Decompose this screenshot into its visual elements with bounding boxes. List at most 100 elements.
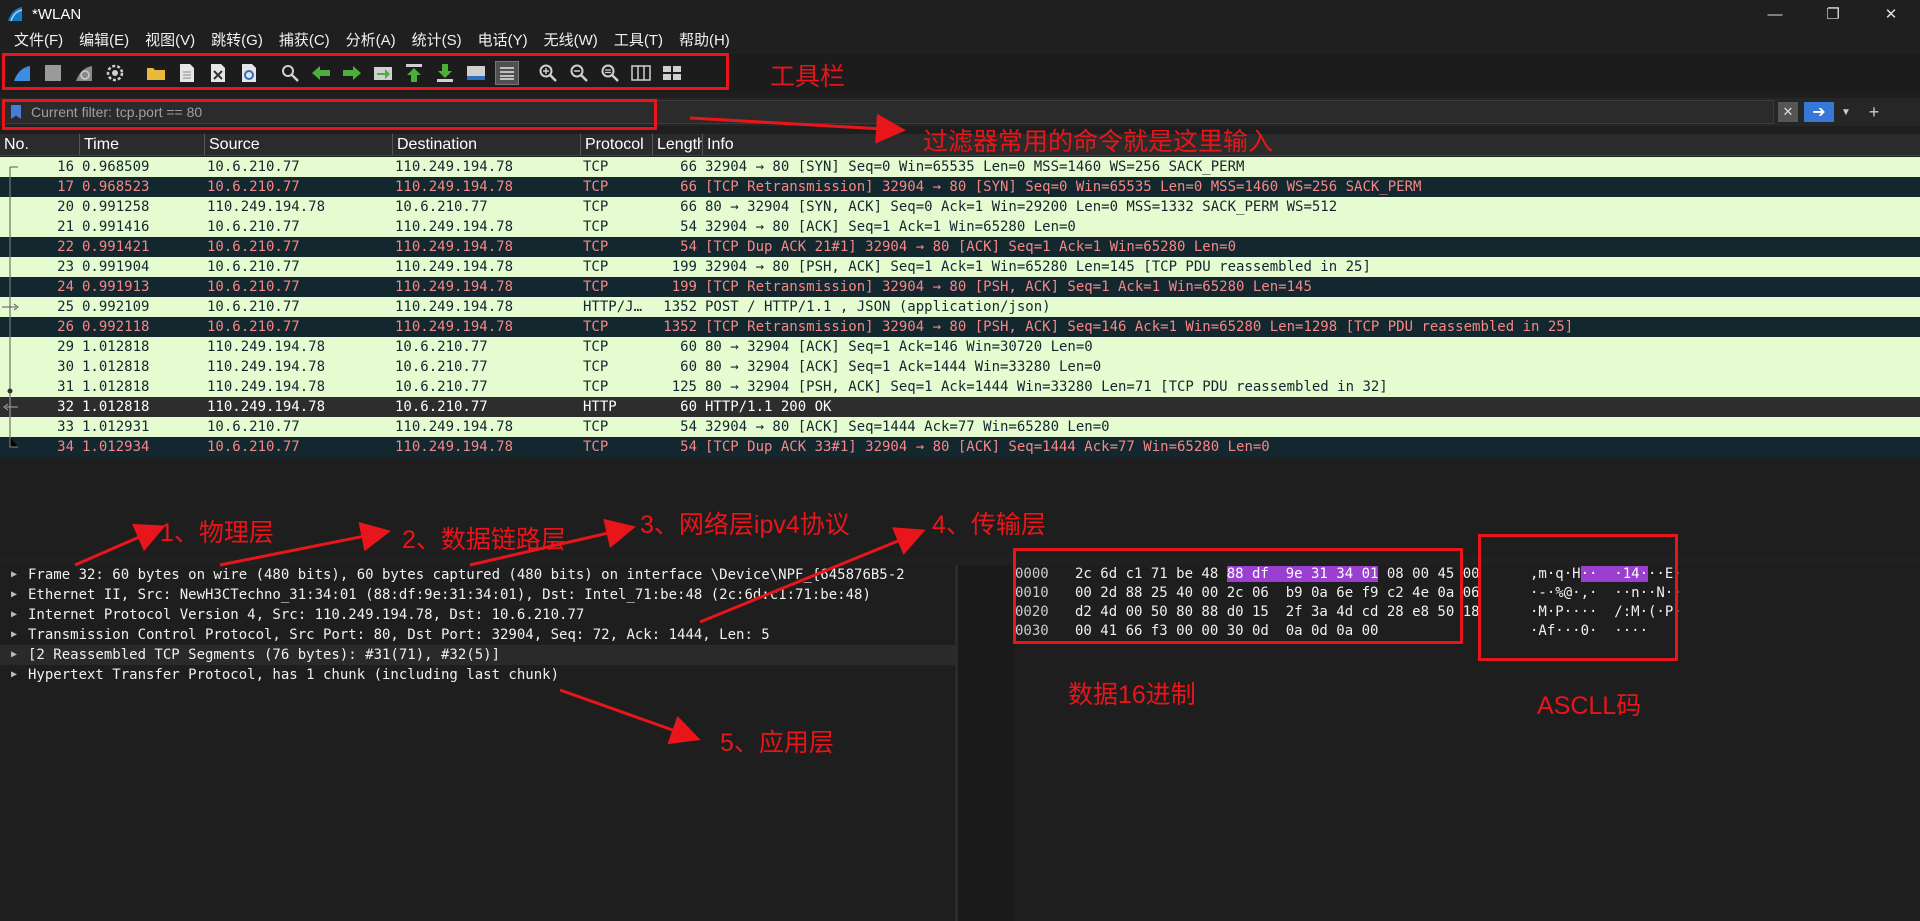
detail-tree-item[interactable]: ▶ Internet Protocol Version 4, Src: 110.2…	[0, 605, 955, 625]
column-protocol[interactable]: Protocol	[581, 134, 653, 155]
menu-analyze[interactable]: 分析(A)	[338, 28, 404, 54]
clear-filter-icon[interactable]: ✕	[1778, 102, 1798, 122]
layer4-annotation: 4、传输层	[932, 511, 1046, 539]
expand-arrow-icon[interactable]: ▶	[0, 565, 28, 585]
maximize-button[interactable]: ❐	[1804, 0, 1862, 28]
menu-tools[interactable]: 工具(T)	[606, 28, 671, 54]
toolbar-annotation: 工具栏	[770, 63, 846, 91]
packet-length: 54	[680, 239, 697, 255]
packet-row[interactable]: 21 0.991416 10.6.210.77 110.249.194.78 TCP 54…	[0, 217, 1920, 237]
packet-length: 66	[680, 159, 697, 175]
packet-row[interactable]: 22 0.991421 10.6.210.77 110.249.194.78 TCP 54…	[0, 237, 1920, 257]
column-length[interactable]: Length	[653, 134, 703, 155]
packet-destination: 110.249.194.78	[395, 319, 514, 335]
conversation-marker-icon	[0, 417, 20, 437]
detail-tree-item[interactable]: ▶ Hypertext Transfer Protocol, has 1 chun…	[0, 665, 955, 685]
packet-destination: 110.249.194.78	[395, 239, 514, 255]
close-button[interactable]: ✕	[1862, 0, 1920, 28]
expand-arrow-icon[interactable]: ▶	[0, 605, 28, 625]
packet-protocol: TCP	[583, 219, 609, 235]
packet-row[interactable]: 17 0.968523 10.6.210.77 110.249.194.78 TCP 66…	[0, 177, 1920, 197]
packet-row[interactable]: 24 0.991913 10.6.210.77 110.249.194.78 TCP 19…	[0, 277, 1920, 297]
column-no[interactable]: No.	[0, 134, 80, 155]
vertical-splitter[interactable]	[955, 565, 1015, 921]
layer1-annotation: 1、物理层	[160, 519, 274, 547]
packet-info: 80 → 32904 [ACK] Seq=1 Ack=1444 Win=3328…	[705, 359, 1102, 375]
ascii-annotation: ASCLL码	[1537, 692, 1642, 720]
menu-help[interactable]: 帮助(H)	[671, 28, 738, 54]
packet-length: 199	[671, 259, 697, 275]
packet-row[interactable]: 33 1.012931 10.6.210.77 110.249.194.78 TCP 54…	[0, 417, 1920, 437]
packet-row[interactable]: 25 0.992109 10.6.210.77 110.249.194.78 HTTP/…	[0, 297, 1920, 317]
packet-destination: 110.249.194.78	[395, 279, 514, 295]
packet-row[interactable]: 31 1.012818 110.249.194.78 10.6.210.77 TCP 12…	[0, 377, 1920, 397]
packet-row[interactable]: 30 1.012818 110.249.194.78 10.6.210.77 TCP 60…	[0, 357, 1920, 377]
detail-tree-item[interactable]: ▶ Ethernet II, Src: NewH3CTechno_31:34:01…	[0, 585, 955, 605]
menu-statistics[interactable]: 统计(S)	[404, 28, 470, 54]
expand-arrow-icon[interactable]: ▶	[0, 585, 28, 605]
menu-file[interactable]: 文件(F)	[6, 28, 71, 54]
minimize-button[interactable]: —	[1746, 0, 1804, 28]
column-time[interactable]: Time	[80, 134, 205, 155]
menu-go[interactable]: 跳转(G)	[203, 28, 271, 54]
packet-info: [TCP Dup ACK 33#1] 32904 → 80 [ACK] Seq=…	[705, 439, 1270, 455]
packet-destination: 10.6.210.77	[395, 339, 488, 355]
packet-destination: 110.249.194.78	[395, 219, 514, 235]
packet-destination: 110.249.194.78	[395, 179, 514, 195]
conversation-marker-icon	[0, 437, 20, 457]
menu-edit[interactable]: 编辑(E)	[71, 28, 137, 54]
detail-label: Transmission Control Protocol, Src Port:…	[28, 627, 770, 643]
expand-arrow-icon[interactable]: ▶	[0, 665, 28, 685]
packet-row[interactable]: 20 0.991258 110.249.194.78 10.6.210.77 TCP 66…	[0, 197, 1920, 217]
packet-time: 1.012818	[82, 359, 150, 375]
packet-length: 1352	[663, 319, 697, 335]
column-destination[interactable]: Destination	[393, 134, 581, 155]
packet-row[interactable]: 32 1.012818 110.249.194.78 10.6.210.77 HTTP 6…	[0, 397, 1920, 417]
packet-list: 16 0.968509 10.6.210.77 110.249.194.78 TCP 66…	[0, 157, 1920, 457]
menu-view[interactable]: 视图(V)	[137, 28, 203, 54]
packet-time: 0.991421	[82, 239, 150, 255]
packet-destination: 10.6.210.77	[395, 399, 488, 415]
conversation-marker-icon	[0, 177, 20, 197]
packet-row[interactable]: 26 0.992118 10.6.210.77 110.249.194.78 TCP 13…	[0, 317, 1920, 337]
packet-info: 32904 → 80 [ACK] Seq=1 Ack=1 Win=65280 L…	[705, 219, 1076, 235]
packet-info: [TCP Retransmission] 32904 → 80 [PSH, AC…	[705, 319, 1574, 335]
packet-length: 66	[680, 199, 697, 215]
column-info[interactable]: Info	[703, 134, 1920, 155]
column-source[interactable]: Source	[205, 134, 393, 155]
detail-label: Hypertext Transfer Protocol, has 1 chunk…	[28, 667, 560, 683]
add-filter-button-icon[interactable]: +	[1864, 102, 1884, 122]
packet-protocol: TCP	[583, 359, 609, 375]
expand-arrow-icon[interactable]: ▶	[0, 645, 28, 665]
packet-info: [TCP Retransmission] 32904 → 80 [SYN] Se…	[705, 179, 1422, 195]
packet-protocol: TCP	[583, 159, 609, 175]
conversation-marker-icon	[0, 297, 20, 317]
menu-telephony[interactable]: 电话(Y)	[470, 28, 536, 54]
detail-tree-item[interactable]: ▶ [2 Reassembled TCP Segments (76 bytes):…	[0, 645, 955, 665]
packet-no: 34	[57, 439, 74, 455]
packet-row[interactable]: 29 1.012818 110.249.194.78 10.6.210.77 TCP 60…	[0, 337, 1920, 357]
packet-info: 32904 → 80 [SYN] Seq=0 Win=65535 Len=0 M…	[705, 159, 1245, 175]
packet-destination: 110.249.194.78	[395, 159, 514, 175]
packet-protocol: TCP	[583, 179, 609, 195]
conversation-marker-icon	[0, 337, 20, 357]
packet-protocol: TCP	[583, 319, 609, 335]
packet-length: 60	[680, 399, 697, 415]
packet-no: 26	[57, 319, 74, 335]
packet-length: 1352	[663, 299, 697, 315]
detail-tree-item[interactable]: ▶ Frame 32: 60 bytes on wire (480 bits), …	[0, 565, 955, 585]
detail-tree-item[interactable]: ▶ Transmission Control Protocol, Src Port…	[0, 625, 955, 645]
expand-arrow-icon[interactable]: ▶	[0, 625, 28, 645]
packet-source: 10.6.210.77	[207, 419, 300, 435]
conversation-marker-icon	[0, 257, 20, 277]
menu-wireless[interactable]: 无线(W)	[536, 28, 606, 54]
packet-time: 0.968523	[82, 179, 150, 195]
packet-row[interactable]: 16 0.968509 10.6.210.77 110.249.194.78 TCP 66…	[0, 157, 1920, 177]
packet-row[interactable]: 23 0.991904 10.6.210.77 110.249.194.78 TCP 19…	[0, 257, 1920, 277]
menu-capture[interactable]: 捕获(C)	[271, 28, 338, 54]
apply-filter-icon[interactable]: ➔	[1804, 102, 1834, 122]
wireshark-logo-icon	[8, 7, 23, 22]
conversation-marker-icon	[0, 197, 20, 217]
filter-dropdown-icon[interactable]: ▼	[1838, 102, 1854, 122]
packet-row[interactable]: 34 1.012934 10.6.210.77 110.249.194.78 TCP 54…	[0, 437, 1920, 457]
